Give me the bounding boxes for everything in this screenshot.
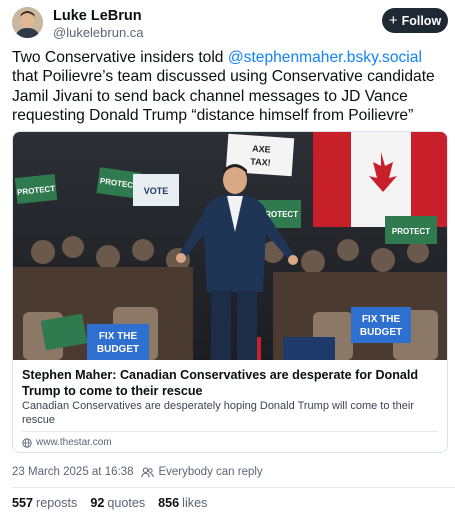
svg-text:VOTE: VOTE: [144, 186, 169, 196]
svg-text:BUDGET: BUDGET: [360, 327, 402, 338]
follow-button-label: Follow: [401, 13, 442, 28]
quotes-count: 92: [90, 496, 105, 510]
plus-icon: +: [388, 11, 398, 29]
svg-text:PROTECT: PROTECT: [392, 227, 430, 236]
svg-text:FIX THE: FIX THE: [362, 314, 401, 325]
follow-button[interactable]: + Follow: [382, 8, 448, 33]
author-name[interactable]: Luke LeBrun: [53, 8, 142, 24]
avatar-image: [12, 7, 43, 38]
likes-label: likes: [182, 496, 208, 510]
reply-setting-label: Everybody can reply: [158, 466, 263, 478]
author-handle[interactable]: @lukelebrun.ca: [53, 25, 144, 40]
post-text-before: Two Conservative insiders told: [12, 49, 228, 66]
post-timestamp[interactable]: 23 March 2025 at 16:38: [12, 466, 133, 478]
card-description: Canadian Conservatives are desperately h…: [22, 400, 414, 426]
globe-icon: [22, 437, 32, 448]
link-card[interactable]: PROTECT PROTECT PROTECT PROTECT VOTE AXE…: [12, 131, 448, 453]
reposts-count: 557: [12, 496, 34, 510]
reposts-stat[interactable]: 557 reposts: [12, 496, 77, 510]
mention-link[interactable]: @stephenmaher.bsky.social: [228, 49, 422, 66]
likes-count: 856: [158, 496, 180, 510]
quotes-label: quotes: [107, 496, 146, 510]
card-title: Stephen Maher: Canadian Conservatives ar…: [22, 368, 419, 398]
svg-text:AXE: AXE: [252, 143, 271, 154]
reposts-label: reposts: [36, 496, 78, 510]
card-domain: www.thestar.com: [22, 437, 112, 448]
engagement-stats: 557 reposts 92 quotes 856 likes: [12, 496, 207, 510]
reply-setting[interactable]: Everybody can reply: [141, 466, 263, 478]
quotes-stat[interactable]: 92 quotes: [90, 496, 145, 510]
likes-stat[interactable]: 856 likes: [158, 496, 207, 510]
stats-divider: [12, 487, 455, 488]
card-divider: [22, 431, 438, 432]
post-container: Luke LeBrun @lukelebrun.ca + Follow Two …: [0, 0, 455, 512]
svg-text:BUDGET: BUDGET: [97, 344, 139, 355]
avatar[interactable]: [12, 7, 43, 38]
svg-text:FIX THE: FIX THE: [99, 331, 138, 342]
svg-text:TAX!: TAX!: [250, 156, 271, 167]
card-image: PROTECT PROTECT PROTECT PROTECT VOTE AXE…: [13, 132, 447, 360]
people-icon: [141, 467, 155, 477]
post-meta: 23 March 2025 at 16:38 Everybody can rep…: [12, 466, 263, 478]
card-domain-text: www.thestar.com: [36, 437, 112, 448]
post-text: Two Conservative insiders told @stephenm…: [12, 48, 450, 125]
post-text-after: that Poilievre’s team discussed using Co…: [12, 68, 435, 124]
